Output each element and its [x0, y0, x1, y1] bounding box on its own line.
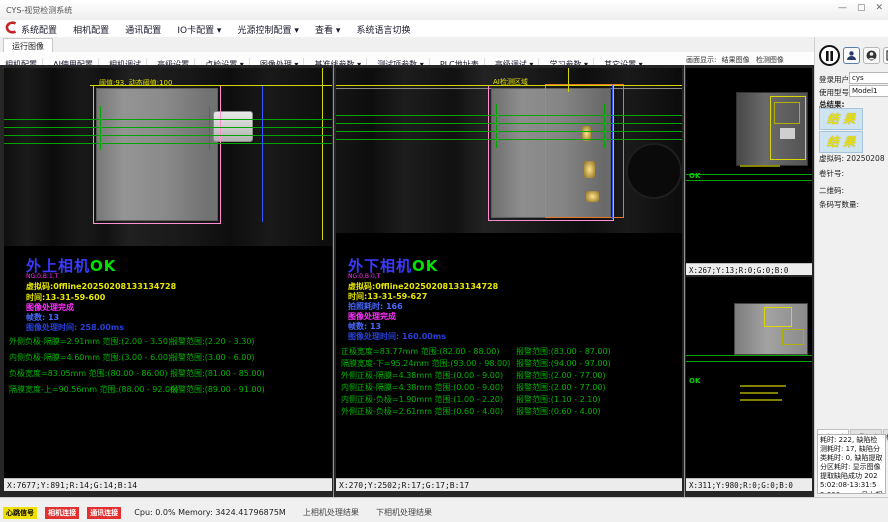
menu-light-config[interactable]: 光源控制配置 ▾: [238, 23, 299, 36]
process-time-line: 图像处理时间: 160.00ms: [348, 331, 446, 342]
measurement-row: 隔膜宽度-下=95.24mm 范围:(93.00 - 98.00): [341, 358, 510, 369]
measurement-row: 内侧正极-负极=1.90mm 范围:(1.00 - 2.20): [341, 394, 503, 405]
threshold-label: 阈值:93, 动态阈值:100: [99, 78, 172, 88]
thumb-ok-label: OK: [689, 377, 700, 385]
process-time-line: 图像处理时间: 258.00ms: [26, 322, 124, 333]
display-selector: 画面显示: 结果图像 检测图像: [686, 55, 812, 66]
virtual-code-line: 虚拟码:0ffline20250208133134728: [26, 281, 176, 292]
close-button[interactable]: ✕: [875, 3, 883, 13]
upper-camera-view[interactable]: 阈值:93, 动态阈值:100 外上相机OK NG:0,B:1,T 虚拟码:0f…: [4, 68, 332, 478]
glint-spot: [780, 128, 795, 139]
lower-camera-result-link[interactable]: 下相机处理结果: [376, 508, 432, 517]
camera-sub-status: NG:0,B:1,T: [26, 273, 58, 280]
menu-camera-config[interactable]: 相机配置: [73, 23, 109, 36]
virtual-code-label: 虚拟码: 20250208: [819, 153, 885, 164]
title-bar: CYS-视觉检测系统 — ▢ ✕: [0, 0, 888, 21]
camera-sub-status: NG:0,B:0,T: [348, 273, 380, 280]
alarm-range: 报警范围:(2.20 - 3.30): [170, 336, 255, 347]
virtual-code-value: 20250208: [846, 154, 884, 163]
log-output[interactable]: 耗时: 222, 缺陷检测耗时: 17, 缺陷分类耗时: 0, 缺陷提取分区耗时…: [817, 434, 886, 494]
exit-button[interactable]: [883, 47, 888, 64]
upper-camera-coords: X:7677;Y:891;R:14;G:14;B:14: [4, 478, 332, 491]
measurement-row: 隔膜宽度-上=90.56mm 范围:(88.00 - 92.00): [9, 384, 178, 395]
alarm-range: 报警范围:(2.00 - 77.00): [516, 382, 606, 393]
measurement-row: 外侧正极-隔膜=4.38mm 范围:(0.00 - 9.00): [341, 370, 503, 381]
status-bar: 心跳信号 相机连接 通讯连接 Cpu: 0.0% Memory: 3424.41…: [0, 497, 888, 522]
comm-connect-badge: 通讯连接: [87, 507, 121, 519]
pin-number-label: 卷针号:: [819, 168, 844, 179]
upper-camera-image[interactable]: 阈值:93, 动态阈值:100: [4, 68, 332, 246]
tab-run-image[interactable]: 运行图像: [3, 38, 53, 53]
alarm-range: 报警范围:(81.00 - 85.00): [170, 368, 265, 379]
measurement-row: 外侧正极-负极=2.61mm 范围:(0.60 - 4.00): [341, 406, 503, 417]
result-display-lower: 结 果: [819, 131, 863, 153]
alarm-range: 报警范围:(1.10 - 2.10): [516, 394, 601, 405]
heartbeat-badge: 心跳信号: [3, 507, 37, 519]
menu-language-switch[interactable]: 系统语言切换: [357, 23, 411, 36]
alarm-range: 报警范围:(0.60 - 4.00): [516, 406, 601, 417]
tab-strip: 运行图像: [0, 37, 814, 53]
panel-splitter[interactable]: [333, 65, 334, 497]
app-window: CYS-视觉检测系统 — ▢ ✕ 系统配置 相机配置 通讯配置 IO卡配置 ▾ …: [0, 0, 888, 522]
minimize-button[interactable]: —: [838, 3, 847, 13]
ai-region-label: AI检测区域: [493, 77, 528, 87]
thumb-ok-label: OK: [689, 172, 700, 180]
result-display-upper: 结 果: [819, 108, 863, 130]
defect-box-yellow: [782, 329, 804, 345]
display-selector-label: 画面显示:: [686, 56, 716, 64]
upper-camera-result-link[interactable]: 上相机处理结果: [303, 508, 359, 517]
lower-camera-image[interactable]: AI检测区域: [336, 68, 682, 233]
menu-bar: 系统配置 相机配置 通讯配置 IO卡配置 ▾ 光源控制配置 ▾ 查看 ▾ 系统语…: [0, 20, 888, 38]
alarm-range: 报警范围:(94.00 - 97.00): [516, 358, 611, 369]
thumb1-coords: X:267;Y:13;R:0;G:0;B:0: [686, 263, 812, 275]
measurement-row: 外侧负极-隔膜=2.91mm 范围:(2.00 - 3.50): [9, 336, 171, 347]
login-user-label: 登录用户:: [819, 74, 852, 85]
camera-result-ok: OK: [412, 257, 438, 275]
display-option-result[interactable]: 结果图像: [722, 56, 750, 64]
menu-io-config[interactable]: IO卡配置 ▾: [177, 23, 221, 36]
login-user-button[interactable]: [843, 47, 860, 64]
measurement-row: 内侧负极-隔膜=4.60mm 范围:(3.00 - 6.00): [9, 352, 171, 363]
measurement-row: 正极宽度=83.77mm 范围:(82.00 - 88.00): [341, 346, 499, 357]
reference-line-yellow-vertical: [322, 68, 323, 240]
model-input[interactable]: [849, 85, 888, 97]
sidebar: 登录用户: 使用型号: 总结果: 结 果 结 果 虚拟码: 20250208 卷…: [814, 37, 888, 497]
cpu-memory-status: Cpu: 0.0% Memory: 3424.41796875M: [134, 508, 286, 517]
roi-box-pink: [93, 85, 221, 224]
alarm-range: 报警范围:(89.00 - 91.00): [170, 384, 265, 395]
display-option-detect[interactable]: 检测图像: [756, 56, 784, 64]
camera-result-ok: OK: [90, 257, 116, 275]
qr-code-label: 二维码:: [819, 185, 844, 196]
menu-system-config[interactable]: 系统配置: [21, 23, 57, 36]
defect-box-yellow: [774, 102, 800, 124]
window-title: CYS-视觉检测系统: [6, 5, 72, 16]
measure-line-blue: [612, 85, 613, 219]
operator-button[interactable]: [863, 47, 880, 64]
alarm-range: 报警范围:(3.00 - 6.00): [170, 352, 255, 363]
barcode-count-label: 条码写数量:: [819, 199, 859, 210]
result-thumbnail-upper[interactable]: OK: [686, 68, 812, 263]
panel-splitter[interactable]: [684, 65, 685, 497]
alarm-range: 报警范围:(83.00 - 87.00): [516, 346, 611, 357]
measurement-row: 内侧正极-隔膜=4.38mm 范围:(0.00 - 9.00): [341, 382, 503, 393]
menu-view[interactable]: 查看 ▾: [315, 23, 340, 36]
machine-roller-image: [626, 143, 682, 199]
result-thumbnail-lower[interactable]: OK: [686, 277, 812, 478]
thumb2-coords: X:311;Y:980;R:0;G:0;B:0: [686, 478, 812, 491]
alarm-range: 报警范围:(2.00 - 77.00): [516, 370, 606, 381]
measurement-row: 负极宽度=83.05mm 范围:(80.00 - 86.00): [9, 368, 167, 379]
menu-comm-config[interactable]: 通讯配置: [125, 23, 161, 36]
login-user-input[interactable]: [849, 72, 888, 84]
pause-button[interactable]: [819, 45, 840, 66]
maximize-button[interactable]: ▢: [857, 3, 866, 13]
defect-box-yellow: [764, 307, 792, 327]
model-label: 使用型号:: [819, 87, 852, 98]
lower-camera-view[interactable]: AI检测区域 外下相机OK NG:0,B:0,T 虚拟码:0ffline2025…: [336, 68, 682, 478]
camera-connect-badge: 相机连接: [45, 507, 79, 519]
measure-line-blue: [262, 86, 263, 222]
lower-camera-coords: X:270;Y:2502;R:17;G:17;B:17: [336, 478, 682, 491]
